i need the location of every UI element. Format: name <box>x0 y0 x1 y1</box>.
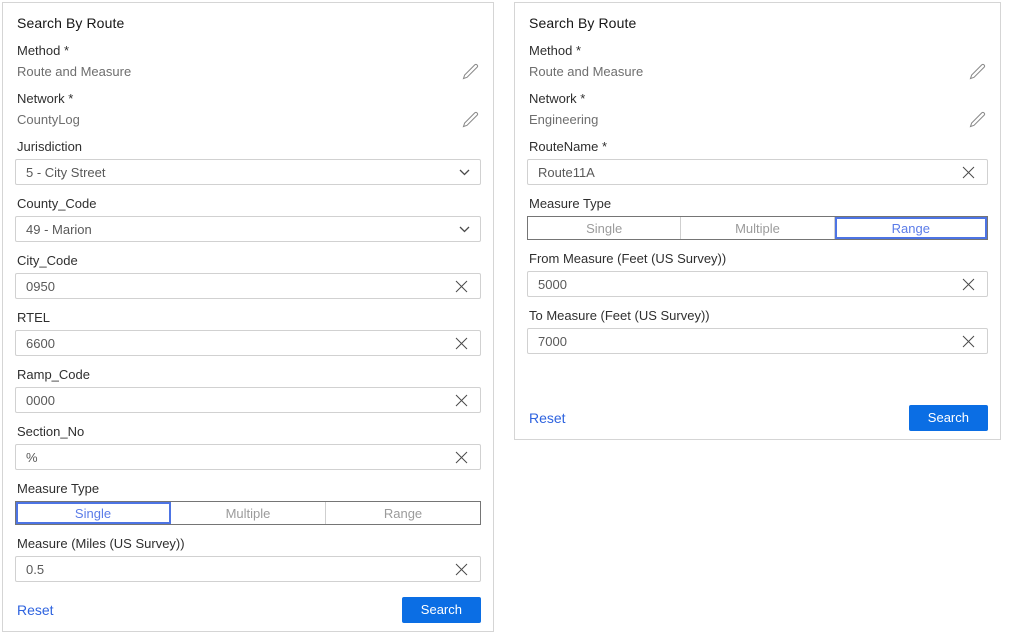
county-code-field: County_Code 49 - Marion <box>15 196 481 242</box>
section-no-field: Section_No <box>15 424 481 470</box>
network-value: Engineering <box>529 112 598 127</box>
network-field: Network * CountyLog <box>15 91 481 128</box>
to-measure-clear-button[interactable] <box>960 335 977 348</box>
to-measure-label: To Measure (Feet (US Survey)) <box>527 308 988 323</box>
rtel-input[interactable] <box>26 336 453 351</box>
network-field: Network * Engineering <box>527 91 988 128</box>
clear-x-icon <box>455 451 468 464</box>
method-edit-button[interactable] <box>460 63 481 80</box>
network-value: CountyLog <box>17 112 80 127</box>
segment-range[interactable]: Range <box>835 217 987 239</box>
pencil-icon <box>462 63 479 80</box>
search-button[interactable]: Search <box>909 405 988 431</box>
route-name-label: RouteName * <box>527 139 988 154</box>
ramp-code-input[interactable] <box>26 393 453 408</box>
route-search-panel-right: Search By Route Method * Route and Measu… <box>514 2 1001 440</box>
clear-x-icon <box>962 335 975 348</box>
city-code-clear-button[interactable] <box>453 280 470 293</box>
method-field: Method * Route and Measure <box>527 43 988 80</box>
measure-label: Measure (Miles (US Survey)) <box>15 536 481 551</box>
route-name-clear-button[interactable] <box>960 166 977 179</box>
clear-x-icon <box>962 278 975 291</box>
county-code-select[interactable]: 49 - Marion <box>15 216 481 242</box>
county-code-selected-value: 49 - Marion <box>26 222 459 237</box>
to-measure-field: To Measure (Feet (US Survey)) <box>527 308 988 354</box>
from-measure-clear-button[interactable] <box>960 278 977 291</box>
rtel-label: RTEL <box>15 310 481 325</box>
from-measure-label: From Measure (Feet (US Survey)) <box>527 251 988 266</box>
network-label: Network * <box>527 91 988 106</box>
jurisdiction-selected-value: 5 - City Street <box>26 165 459 180</box>
segment-single[interactable]: Single <box>16 502 171 524</box>
jurisdiction-select[interactable]: 5 - City Street <box>15 159 481 185</box>
reset-link[interactable]: Reset <box>527 410 566 426</box>
route-name-input[interactable] <box>538 165 960 180</box>
from-measure-input[interactable] <box>538 277 960 292</box>
measure-input[interactable] <box>26 562 453 577</box>
to-measure-input[interactable] <box>538 334 960 349</box>
pencil-icon <box>969 63 986 80</box>
method-edit-button[interactable] <box>967 63 988 80</box>
ramp-code-clear-button[interactable] <box>453 394 470 407</box>
method-value: Route and Measure <box>529 64 643 79</box>
method-field: Method * Route and Measure <box>15 43 481 80</box>
reset-link[interactable]: Reset <box>15 602 54 618</box>
panel-title: Search By Route <box>529 15 986 31</box>
panel-title: Search By Route <box>17 15 479 31</box>
clear-x-icon <box>455 280 468 293</box>
from-measure-field: From Measure (Feet (US Survey)) <box>527 251 988 297</box>
panel-footer: Reset Search <box>527 405 988 431</box>
county-code-label: County_Code <box>15 196 481 211</box>
city-code-label: City_Code <box>15 253 481 268</box>
search-button[interactable]: Search <box>402 597 481 623</box>
measure-type-segmented-control: Single Multiple Range <box>15 501 481 525</box>
method-label: Method * <box>15 43 481 58</box>
segment-multiple[interactable]: Multiple <box>171 502 326 524</box>
measure-type-field: Measure Type Single Multiple Range <box>527 196 988 240</box>
pencil-icon <box>969 111 986 128</box>
chevron-down-icon <box>459 226 470 233</box>
ramp-code-label: Ramp_Code <box>15 367 481 382</box>
measure-field: Measure (Miles (US Survey)) <box>15 536 481 582</box>
measure-type-label: Measure Type <box>527 196 988 211</box>
segment-range[interactable]: Range <box>326 502 480 524</box>
section-no-label: Section_No <box>15 424 481 439</box>
jurisdiction-field: Jurisdiction 5 - City Street <box>15 139 481 185</box>
clear-x-icon <box>455 337 468 350</box>
ramp-code-field: Ramp_Code <box>15 367 481 413</box>
clear-x-icon <box>455 394 468 407</box>
measure-clear-button[interactable] <box>453 563 470 576</box>
segment-multiple[interactable]: Multiple <box>681 217 834 239</box>
pencil-icon <box>462 111 479 128</box>
rtel-field: RTEL <box>15 310 481 356</box>
jurisdiction-label: Jurisdiction <box>15 139 481 154</box>
city-code-input[interactable] <box>26 279 453 294</box>
section-no-clear-button[interactable] <box>453 451 470 464</box>
network-edit-button[interactable] <box>967 111 988 128</box>
rtel-clear-button[interactable] <box>453 337 470 350</box>
network-edit-button[interactable] <box>460 111 481 128</box>
panel-footer: Reset Search <box>15 597 481 623</box>
clear-x-icon <box>962 166 975 179</box>
measure-type-label: Measure Type <box>15 481 481 496</box>
network-label: Network * <box>15 91 481 106</box>
city-code-field: City_Code <box>15 253 481 299</box>
method-label: Method * <box>527 43 988 58</box>
chevron-down-icon <box>459 169 470 176</box>
route-search-panel-left: Search By Route Method * Route and Measu… <box>2 2 494 632</box>
section-no-input[interactable] <box>26 450 453 465</box>
measure-type-field: Measure Type Single Multiple Range <box>15 481 481 525</box>
route-name-field: RouteName * <box>527 139 988 185</box>
method-value: Route and Measure <box>17 64 131 79</box>
clear-x-icon <box>455 563 468 576</box>
measure-type-segmented-control: Single Multiple Range <box>527 216 988 240</box>
segment-single[interactable]: Single <box>528 217 681 239</box>
